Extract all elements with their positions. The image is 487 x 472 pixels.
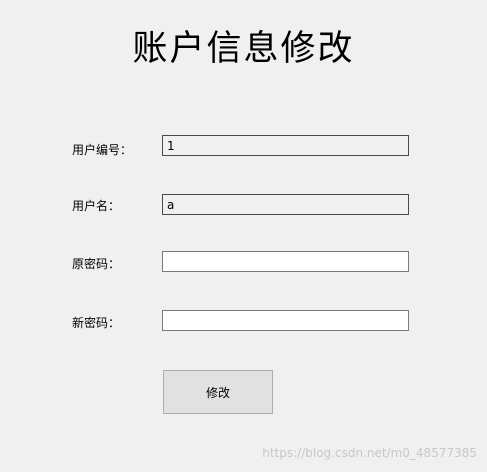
modify-button[interactable]: 修改 [163,370,273,414]
user-id-field[interactable] [162,135,409,156]
old-password-label: 原密码： [72,257,121,271]
new-password-field[interactable] [162,310,409,331]
new-password-label: 新密码： [72,316,121,330]
old-password-field[interactable] [162,251,409,272]
user-id-label: 用户编号： [72,143,133,157]
username-field[interactable] [162,194,409,215]
username-label: 用户名： [72,199,121,213]
watermark-text: https://blog.csdn.net/m0_48577385 [262,446,477,460]
page-title: 账户信息修改 [132,29,355,69]
